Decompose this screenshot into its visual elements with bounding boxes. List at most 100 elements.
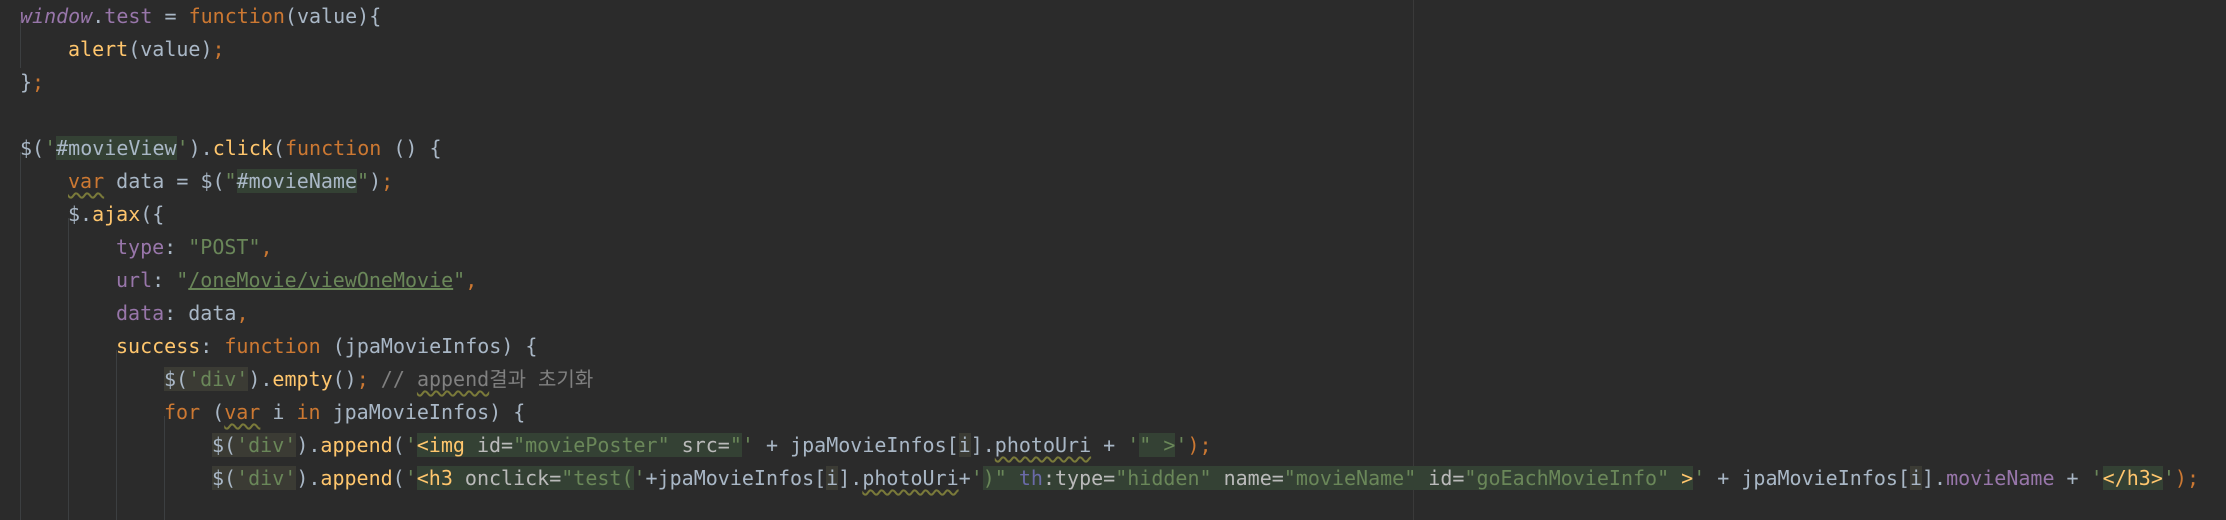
token: data = $( xyxy=(104,169,225,193)
token: 'div' xyxy=(236,433,297,457)
right-margin-guide xyxy=(1413,0,1414,520)
token: $( xyxy=(212,433,237,457)
token: (jpaMovieInfos) { xyxy=(320,334,538,358)
token: function xyxy=(188,4,285,28)
code-line[interactable]: for (var i in jpaMovieInfos) { xyxy=(164,396,525,429)
code-line[interactable]: }; xyxy=(20,66,44,99)
token: success xyxy=(116,334,201,358)
token: ); xyxy=(1187,433,1212,457)
token: "goEachMovieInfo" xyxy=(1464,466,1670,490)
token: , xyxy=(236,301,249,325)
code-line[interactable]: success: function (jpaMovieInfos) { xyxy=(116,330,537,363)
code-line[interactable]: $('#movieView').click(function () { xyxy=(20,132,442,165)
token: ' xyxy=(741,433,754,457)
token: > xyxy=(1669,466,1694,490)
token: = xyxy=(152,4,189,28)
token: alert xyxy=(68,37,129,61)
token: onclick= xyxy=(464,466,562,490)
token: append xyxy=(320,433,393,457)
token: } xyxy=(20,70,33,94)
token: ). xyxy=(296,466,321,490)
token: </h3> xyxy=(2102,466,2163,490)
token: photoUri xyxy=(994,433,1092,457)
token: "movieName" xyxy=(1283,466,1417,490)
token: type xyxy=(116,235,165,259)
token: ' xyxy=(44,136,57,160)
token: <h3 xyxy=(416,466,465,490)
token: ' xyxy=(404,466,417,490)
token: " xyxy=(176,268,189,292)
token: : xyxy=(200,334,225,358)
token: function xyxy=(284,136,382,160)
token: () xyxy=(332,367,357,391)
token: ]. xyxy=(970,433,995,457)
token: ' xyxy=(2090,466,2103,490)
token: . xyxy=(92,4,105,28)
token: append xyxy=(320,466,393,490)
url-link[interactable]: /oneMovie/viewOneMovie xyxy=(188,268,453,292)
token: $( xyxy=(20,136,45,160)
code-line[interactable]: data: data, xyxy=(116,297,248,330)
indent-guide xyxy=(116,350,117,520)
token: movieName xyxy=(1946,466,2055,490)
code-line[interactable]: window.test = function(value){ xyxy=(20,0,381,33)
token: )" xyxy=(982,466,1007,490)
token: : xyxy=(164,235,189,259)
token: ). xyxy=(188,136,213,160)
token: name= xyxy=(1211,466,1284,490)
indent-guide xyxy=(68,218,69,520)
token: ; xyxy=(381,169,394,193)
token: 'div' xyxy=(236,466,297,490)
token: click xyxy=(212,136,273,160)
token: photoUri xyxy=(862,466,959,490)
code-editor[interactable]: window.test = function(value){ alert(val… xyxy=(0,0,2226,520)
token: ' xyxy=(404,433,417,457)
token: , xyxy=(465,268,478,292)
token: i xyxy=(260,400,297,424)
token: for xyxy=(164,400,201,424)
token: " > xyxy=(1139,433,1176,457)
code-line[interactable]: type: "POST", xyxy=(116,231,273,264)
code-line[interactable]: $('div').empty(); // append결과 초기화 xyxy=(164,363,593,396)
token: (value){ xyxy=(284,4,382,28)
token: ' xyxy=(2162,466,2175,490)
token: "hidden" xyxy=(1115,466,1212,490)
token: var xyxy=(68,169,105,193)
code-line[interactable]: url: "/oneMovie/viewOneMovie", xyxy=(116,264,477,297)
token: ' xyxy=(1127,433,1140,457)
token: $( xyxy=(164,367,189,391)
token: ' xyxy=(970,466,983,490)
code-line[interactable]: $.ajax({ xyxy=(68,198,164,231)
token: $( xyxy=(212,466,237,490)
token: + xyxy=(2054,466,2091,490)
token: 'div' xyxy=(188,367,249,391)
token: type= xyxy=(1055,466,1116,490)
comment: append xyxy=(416,367,490,391)
code-line[interactable]: var data = $("#movieName"); xyxy=(68,165,393,198)
code-line[interactable]: alert(value); xyxy=(68,33,225,66)
code-line[interactable]: $('div').append('<h3 onclick="test('+jpa… xyxy=(212,462,2199,495)
token: ); xyxy=(2174,466,2200,490)
token: ; xyxy=(356,367,369,391)
token: src= xyxy=(669,433,730,457)
token: "test( xyxy=(561,466,634,490)
token: data xyxy=(116,301,165,325)
token: #movieView xyxy=(56,136,177,160)
token: +jpaMovieInfos[ xyxy=(645,466,827,490)
token: + jpaMovieInfos[ xyxy=(753,433,959,457)
token: ). xyxy=(296,433,321,457)
token: ; xyxy=(212,37,225,61)
token: ( xyxy=(392,433,405,457)
token: "POST" xyxy=(188,235,261,259)
token: empty xyxy=(272,367,333,391)
token: #movieName xyxy=(236,169,358,193)
token: url xyxy=(116,268,153,292)
token: " xyxy=(729,433,742,457)
indent-guide xyxy=(20,152,21,520)
token: var xyxy=(224,400,261,424)
code-line[interactable]: $('div').append('<img id="moviePoster" s… xyxy=(212,429,1212,462)
indent-guide xyxy=(164,416,165,520)
token: ( xyxy=(200,400,225,424)
token: i xyxy=(826,466,839,490)
token: id= xyxy=(1416,466,1465,490)
